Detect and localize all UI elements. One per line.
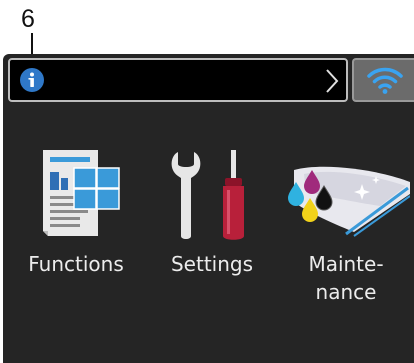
settings-button[interactable]: Settings — [148, 138, 276, 278]
maintenance-label-line1: Mainte- — [308, 252, 384, 276]
functions-button[interactable]: Functions — [12, 138, 140, 278]
settings-label: Settings — [170, 252, 254, 276]
maintenance-button[interactable]: Mainte- nance — [282, 138, 410, 306]
status-bar[interactable] — [8, 58, 348, 102]
page: 6 Functions Settings Mainte- nance — [0, 0, 414, 363]
callout-number: 6 — [21, 5, 35, 33]
maintenance-label-line2: nance — [315, 280, 377, 304]
functions-icon — [12, 138, 140, 250]
settings-icon — [148, 138, 276, 250]
chevron-right-icon[interactable] — [324, 67, 340, 95]
maintenance-label: Mainte- nance — [282, 250, 410, 306]
maintenance-icon — [282, 138, 410, 250]
info-icon[interactable] — [20, 68, 44, 92]
wifi-icon — [367, 67, 403, 94]
wifi-button[interactable] — [352, 58, 414, 102]
functions-label: Functions — [28, 252, 124, 276]
